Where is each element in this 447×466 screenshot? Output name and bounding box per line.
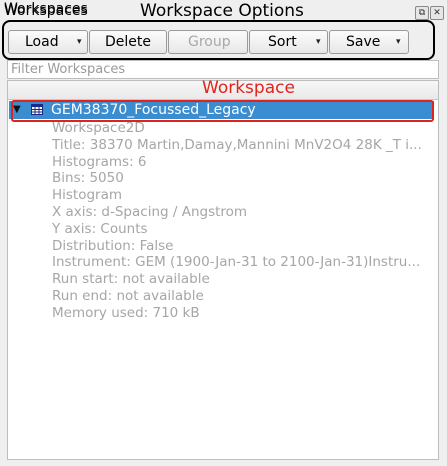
workspace-highlight-outline [11, 100, 434, 122]
filter-workspaces-input[interactable] [7, 60, 439, 79]
tree-header-label: Workspaces [4, 1, 88, 17]
toolbar-highlight-outline [2, 20, 435, 60]
annotation-workspace-options: Workspace Options [140, 1, 304, 21]
property-item: Instrument: GEM (1900-Jan-31 to 2100-Jan… [52, 254, 421, 271]
workspace-properties: Workspace2D Title: 38370 Martin,Damay,Ma… [52, 120, 432, 322]
property-item: Run end: not available [52, 287, 204, 304]
property-item: Bins: 5050 [52, 170, 124, 187]
property-item: X axis: d-Spacing / Angstrom [52, 203, 248, 220]
property-item: Run start: not available [52, 271, 210, 288]
property-item: Memory used: 710 kB [52, 304, 200, 321]
property-item: Workspace2D [52, 120, 145, 136]
property-item: Title: 38370 Martin,Damay,Mannini MnV2O4… [52, 136, 422, 153]
annotation-workspace: Workspace [202, 78, 295, 98]
close-icon[interactable]: ✕ [430, 6, 444, 20]
property-item: Distribution: False [52, 237, 174, 254]
property-item: Histogram [52, 187, 123, 204]
float-icon[interactable]: ⧉ [415, 6, 429, 20]
property-item: Y axis: Counts [52, 220, 148, 237]
property-item: Histograms: 6 [52, 153, 147, 170]
